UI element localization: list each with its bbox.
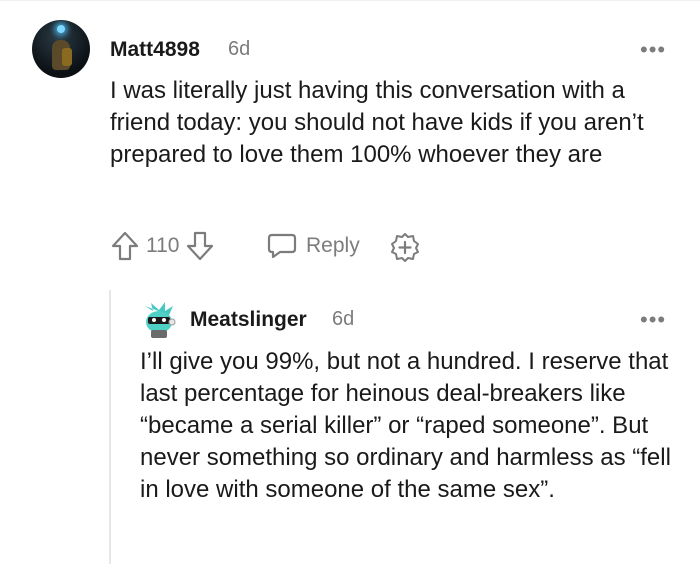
comment-age: 6d: [332, 308, 355, 330]
comment-author[interactable]: Matt4898: [110, 38, 200, 62]
comment-body: I was literally just having this convers…: [110, 77, 644, 168]
avatar-glow: [57, 25, 65, 33]
comment-body: I’ll give you 99%, but not a hundred. I …: [140, 348, 671, 503]
award-button[interactable]: [389, 232, 421, 262]
reply-bubble-icon: [266, 232, 298, 260]
upvote-icon[interactable]: [110, 230, 140, 262]
award-plus-icon: [389, 232, 421, 262]
comment-author[interactable]: Meatslinger: [190, 308, 307, 332]
avatar[interactable]: [32, 20, 90, 78]
reply-button[interactable]: Reply: [266, 232, 360, 260]
more-options-icon[interactable]: •••: [640, 39, 666, 61]
avatar-figure-detail: [62, 48, 72, 66]
comment-age: 6d: [228, 38, 251, 60]
thread-line[interactable]: [109, 290, 111, 564]
reply-label: Reply: [306, 234, 360, 257]
vote-controls: 110: [110, 230, 215, 262]
avatar[interactable]: [139, 300, 179, 340]
vote-count: 110: [146, 234, 180, 257]
downvote-icon[interactable]: [185, 230, 215, 262]
more-options-icon[interactable]: •••: [640, 309, 666, 331]
top-divider: [0, 0, 700, 1]
